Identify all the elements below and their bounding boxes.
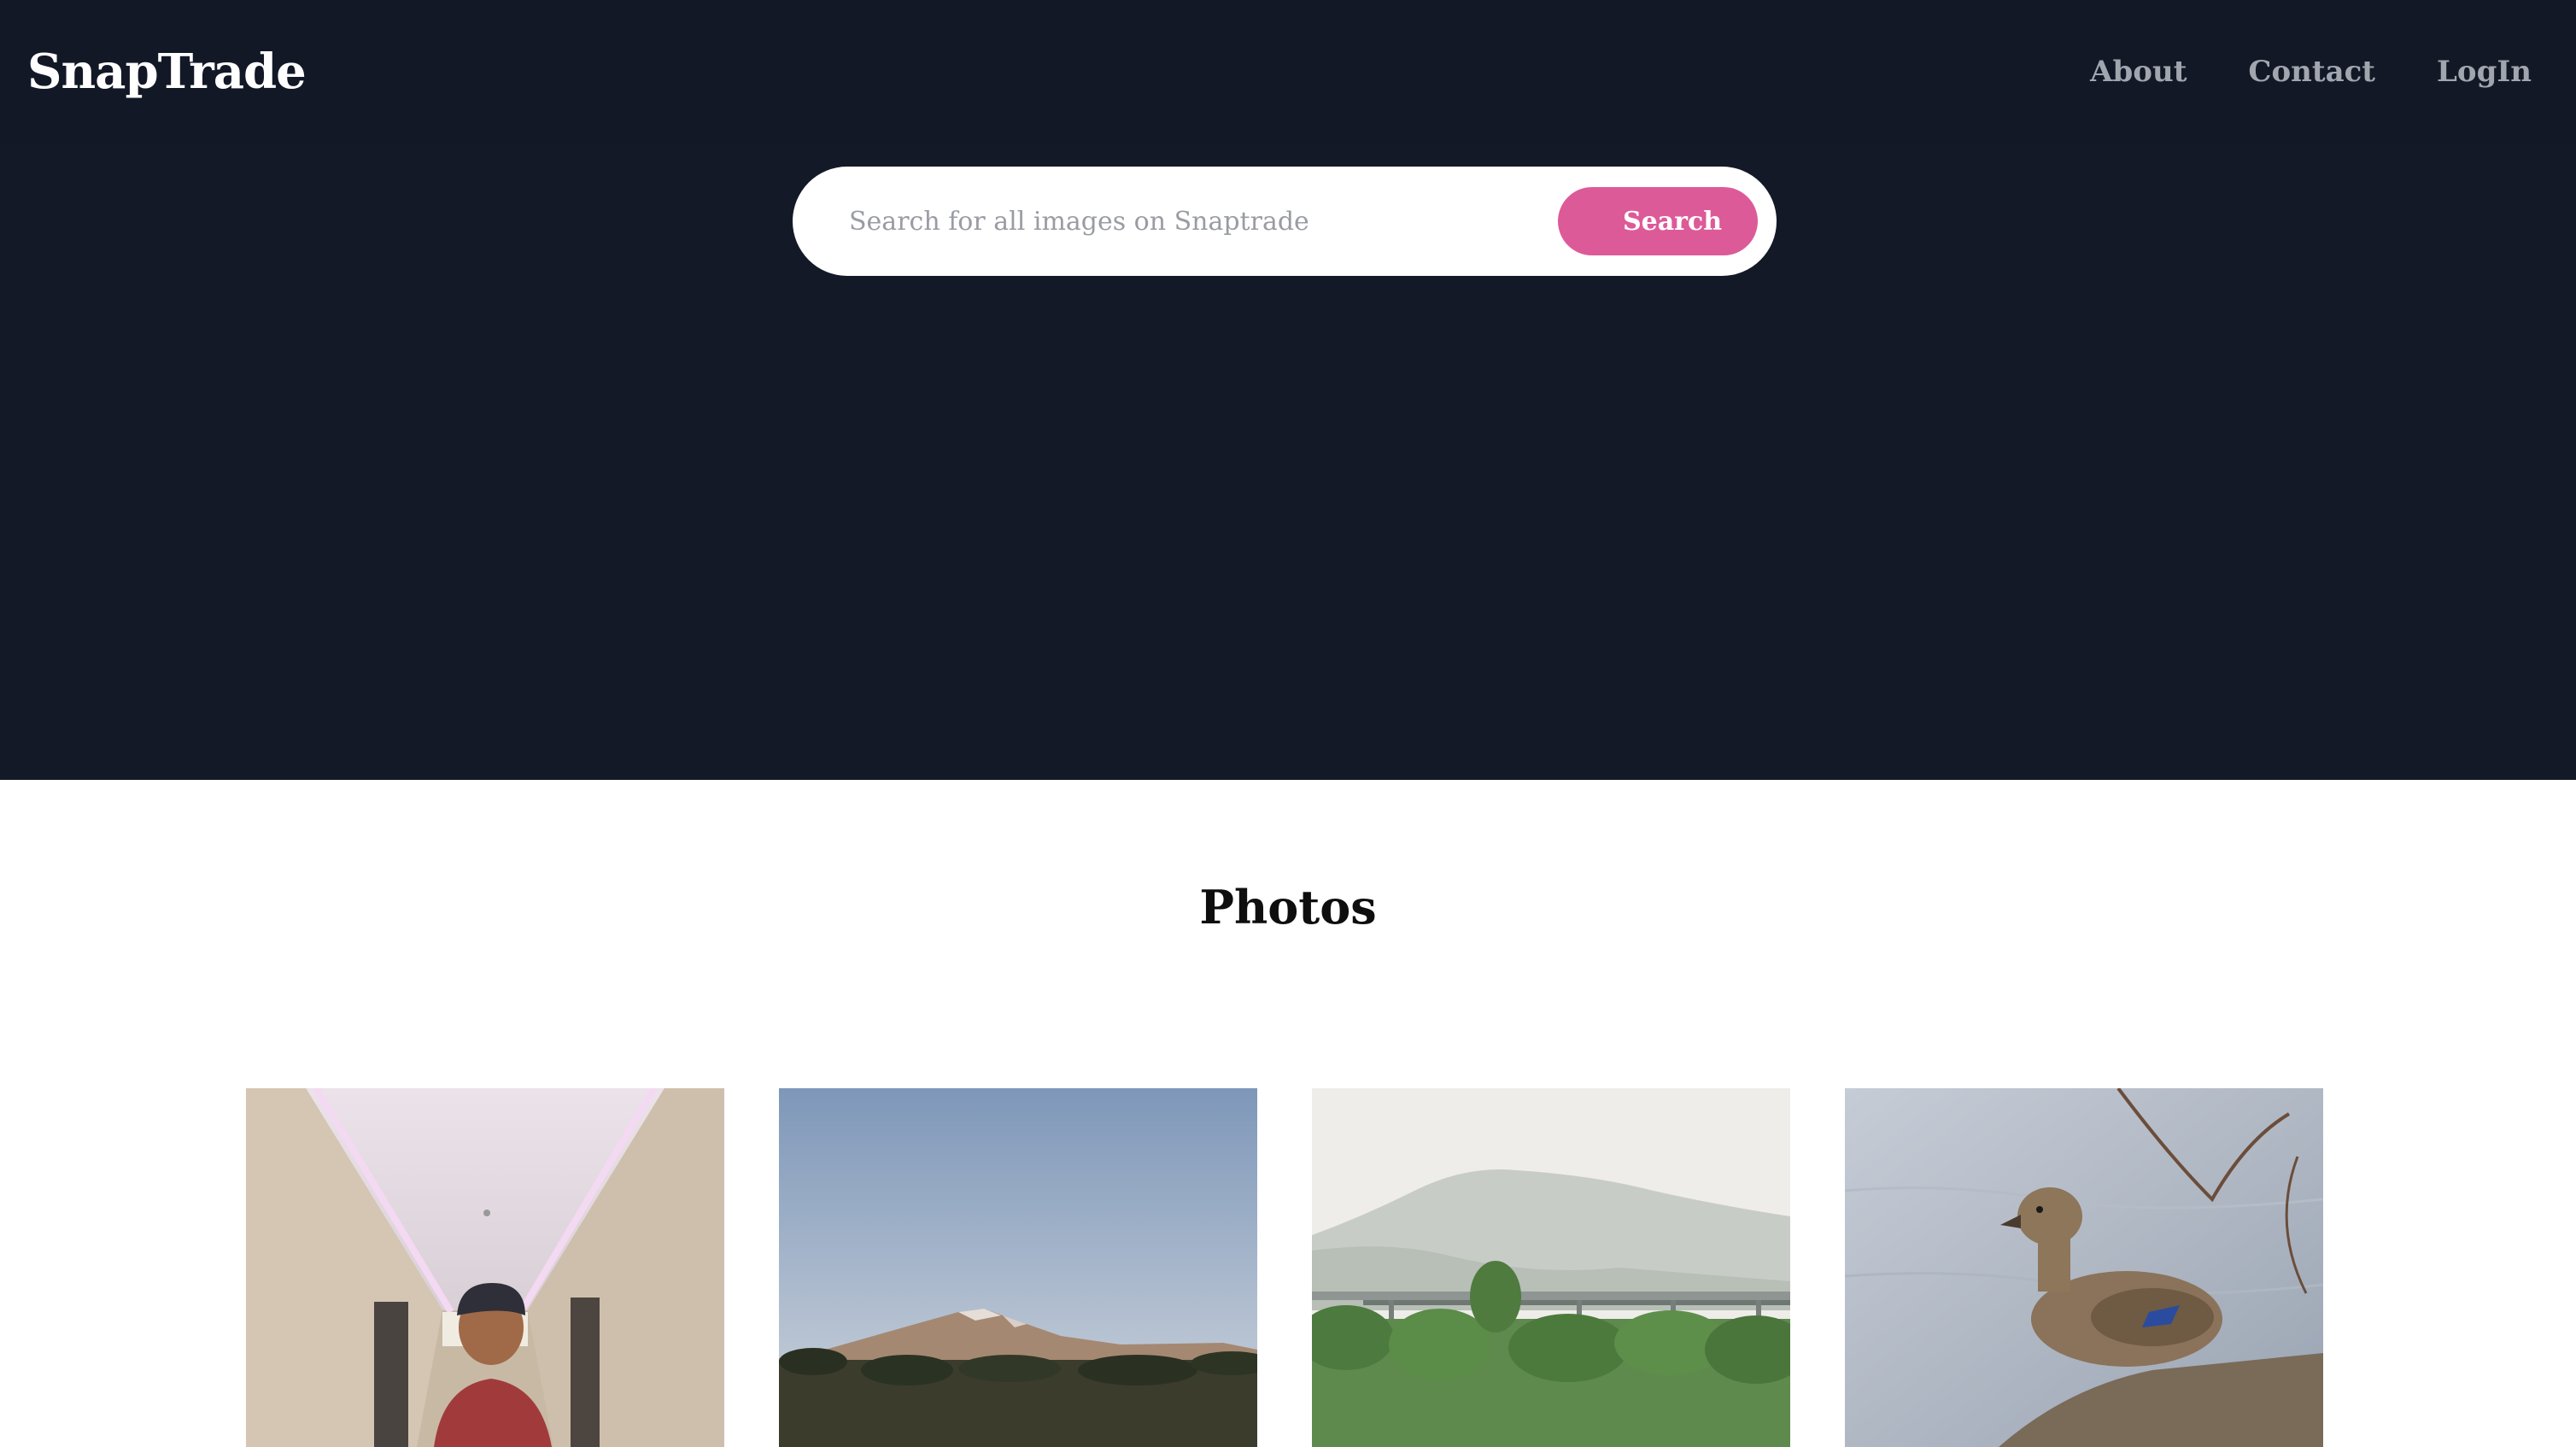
brand-logo[interactable]: SnapTrade xyxy=(27,38,307,106)
photos-heading: Photos xyxy=(1199,880,1377,934)
nav-link-contact[interactable]: Contact xyxy=(2248,43,2375,101)
photo-card-duck[interactable] xyxy=(1845,1088,2323,1447)
search-button[interactable]: Search xyxy=(1558,187,1758,255)
photo-grid xyxy=(246,1088,2325,1447)
photo-duck-on-water xyxy=(1845,1088,2323,1447)
photo-man-in-hallway xyxy=(246,1088,724,1447)
photo-card-hills[interactable] xyxy=(1312,1088,1790,1447)
nav-links: About Contact LogIn xyxy=(2090,43,2532,101)
photo-mountain-landscape xyxy=(779,1088,1257,1447)
photo-misty-hills-bridge xyxy=(1312,1088,1790,1447)
photo-card-mountain[interactable] xyxy=(779,1088,1257,1447)
nav-link-about[interactable]: About xyxy=(2090,43,2187,101)
navbar: SnapTrade About Contact LogIn xyxy=(0,0,2576,145)
search-bar: Search xyxy=(793,167,1777,276)
hero-section: SnapTrade About Contact LogIn Search xyxy=(0,0,2576,780)
search-input[interactable] xyxy=(847,192,1479,250)
photo-card-hallway[interactable] xyxy=(246,1088,724,1447)
nav-link-login[interactable]: LogIn xyxy=(2437,43,2532,101)
